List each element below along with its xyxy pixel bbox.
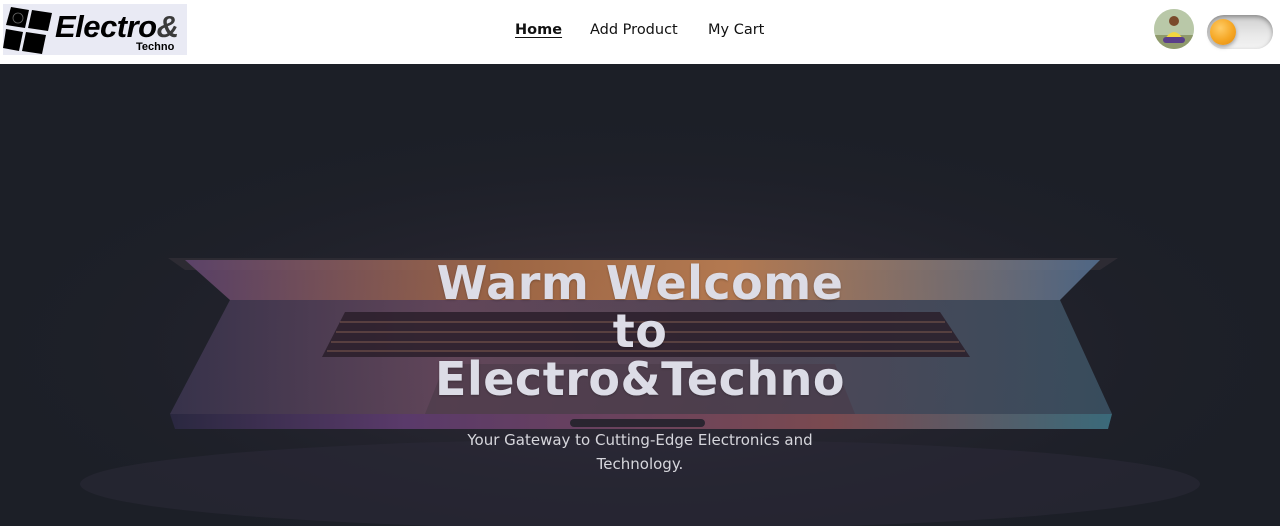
nav-link-add-product[interactable]: Add Product	[590, 20, 678, 40]
user-avatar-icon	[1154, 9, 1194, 49]
hero-title-line-1: Warm Welcome	[436, 256, 844, 310]
hero-title-line-3: Electro&Techno	[435, 352, 845, 406]
hero-subtitle: Your Gateway to Cutting-Edge Electronics…	[467, 431, 813, 473]
hero-title: Warm Welcome to Electro&Techno	[340, 259, 940, 403]
hero-title-line-2: to	[612, 304, 668, 358]
brand-tagline: Techno	[136, 41, 175, 53]
toggle-knob	[1210, 19, 1236, 45]
hero-section: Warm Welcome to Electro&Techno Your Gate…	[0, 64, 1280, 526]
navbar: Electro& Techno Home Add Product My Cart	[0, 0, 1280, 64]
nav-link-home[interactable]: Home	[515, 20, 562, 40]
nav-link-my-cart[interactable]: My Cart	[708, 20, 764, 40]
user-avatar[interactable]	[1154, 9, 1194, 49]
theme-toggle[interactable]	[1207, 15, 1273, 49]
main-nav: Home Add Product My Cart	[0, 20, 1280, 42]
